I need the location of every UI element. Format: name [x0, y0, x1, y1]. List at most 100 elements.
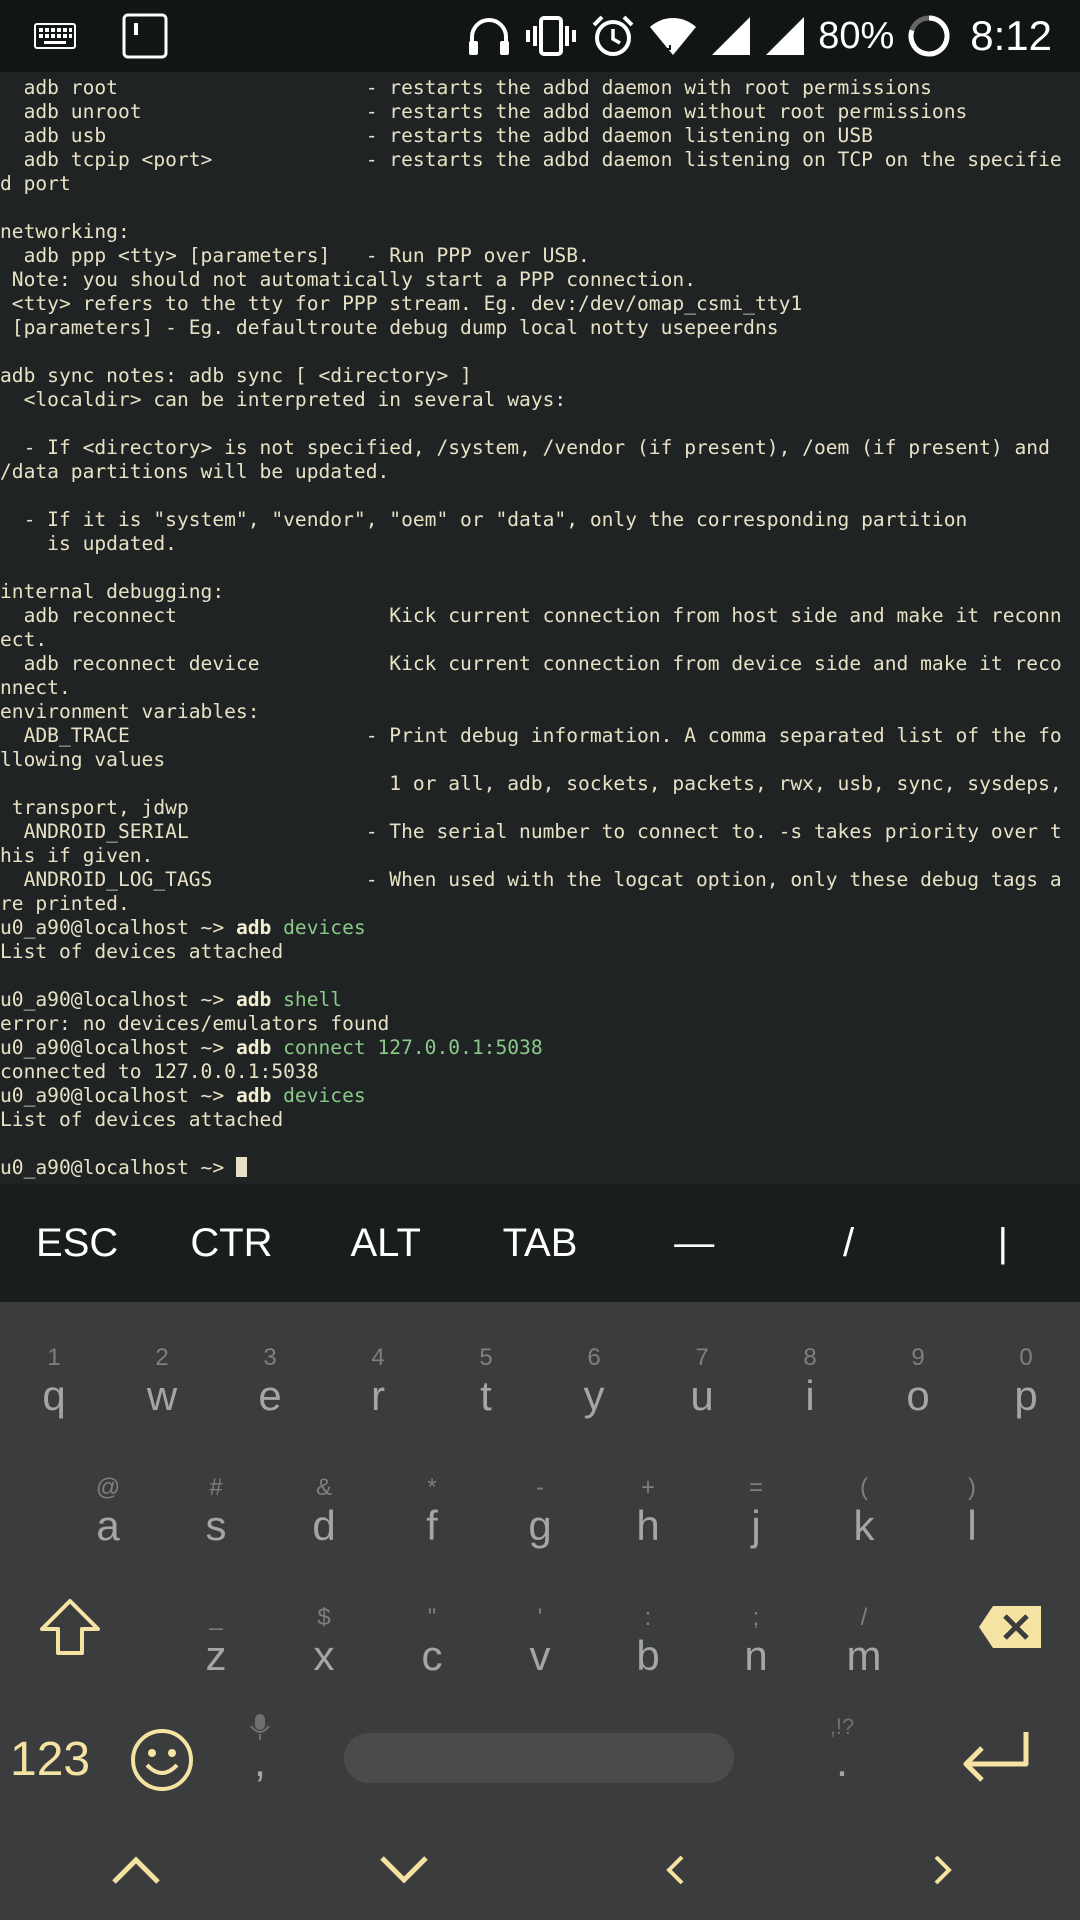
key-label: c: [421, 1632, 443, 1679]
alt-key[interactable]: ALT: [309, 1184, 463, 1302]
emoji-key[interactable]: [124, 1722, 200, 1798]
terminal-line: <localdir> can be interpreted in several…: [0, 388, 567, 411]
shell-prompt: u0_a90@localhost ~>: [0, 1156, 236, 1179]
key-o[interactable]: 9o: [864, 1322, 972, 1452]
terminal-line: List of devices attached: [0, 940, 284, 963]
key-a[interactable]: @ a: [54, 1452, 162, 1582]
key-t[interactable]: 5t: [432, 1322, 540, 1452]
key-x[interactable]: $ x: [270, 1582, 378, 1712]
pipe-key[interactable]: |: [926, 1184, 1080, 1302]
symbols-key[interactable]: 123: [10, 1728, 90, 1792]
backspace-key[interactable]: [960, 1582, 1060, 1672]
terminal-line: d port: [0, 172, 71, 195]
chevron-right-icon: [934, 1855, 952, 1885]
key-hint: _: [209, 1604, 223, 1631]
terminal-line: adb ppp <tty> [parameters] - Run PPP ove…: [0, 244, 590, 267]
key-hint: #: [209, 1474, 223, 1501]
key-label: d: [312, 1502, 336, 1549]
key-u[interactable]: 7u: [648, 1322, 756, 1452]
key-p[interactable]: 0p: [972, 1322, 1080, 1452]
key-b[interactable]: :b: [594, 1582, 702, 1712]
terminal-line: adb usb - restarts the adbd daemon liste…: [0, 124, 873, 147]
chevron-down-icon: [380, 1856, 428, 1884]
key-hint: 4: [371, 1344, 385, 1371]
key-l[interactable]: ) l: [918, 1452, 1026, 1582]
key-hint: ;: [752, 1604, 760, 1631]
key-hint: :: [644, 1604, 652, 1631]
shell-prompt: u0_a90@localhost ~>: [0, 988, 236, 1011]
terminal-app-icon: [122, 13, 168, 59]
comma-key[interactable]: ,: [232, 1712, 288, 1812]
terminal-line: environment variables:: [0, 700, 260, 723]
command-args: shell: [271, 988, 343, 1011]
terminal-line: [parameters] - Eg. defaultroute debug du…: [0, 316, 779, 339]
key-hint: 0: [1019, 1344, 1033, 1371]
text-cursor: [235, 1157, 247, 1177]
command-args: connect 127.0.0.1:5038: [271, 1036, 543, 1059]
battery-percent: 80%: [818, 14, 895, 57]
key-k[interactable]: (k: [810, 1452, 918, 1582]
key-label: i: [805, 1372, 815, 1419]
key-d[interactable]: & d: [270, 1452, 378, 1582]
key-s[interactable]: # s: [162, 1452, 270, 1582]
tab-key[interactable]: TAB: [463, 1184, 617, 1302]
key-q[interactable]: 1q: [0, 1322, 108, 1452]
key-i[interactable]: 8i: [756, 1322, 864, 1452]
key-hint: $: [317, 1604, 331, 1631]
enter-key[interactable]: [944, 1720, 1044, 1800]
key-f[interactable]: * f: [378, 1452, 486, 1582]
slash-key[interactable]: /: [771, 1184, 925, 1302]
shell-prompt: u0_a90@localhost ~>: [0, 1084, 236, 1107]
arrow-up-key[interactable]: [96, 1842, 176, 1898]
esc-key[interactable]: ESC: [0, 1184, 154, 1302]
arrow-right-key[interactable]: [908, 1842, 978, 1898]
key-label: q: [42, 1372, 66, 1419]
clock: 8:12: [970, 12, 1052, 59]
key-label: l: [967, 1502, 977, 1549]
period-key[interactable]: ,!? .: [812, 1712, 872, 1812]
key-hint: /: [860, 1604, 868, 1631]
key-hint: 3: [263, 1344, 277, 1371]
terminal-line: llowing values: [0, 748, 166, 771]
terminal-line: networking:: [0, 220, 130, 243]
terminal-output[interactable]: adb root - restarts the adbd daemon with…: [0, 72, 1080, 1184]
key-h[interactable]: + h: [594, 1452, 702, 1582]
dash-key[interactable]: —: [617, 1184, 771, 1302]
spacebar[interactable]: [344, 1733, 734, 1783]
key-hint: 2: [155, 1344, 169, 1371]
key-w[interactable]: 2w: [108, 1322, 216, 1452]
terminal-line: adb root - restarts the adbd daemon with…: [0, 76, 932, 99]
key-c[interactable]: " c: [378, 1582, 486, 1712]
arrow-left-key[interactable]: [640, 1842, 710, 1898]
terminal-line: nnect.: [0, 676, 71, 699]
key-label: r: [371, 1372, 385, 1419]
key-z[interactable]: _ z: [162, 1582, 270, 1712]
terminal-line: u0_a90@localhost ~>: [0, 1156, 1080, 1180]
key-j[interactable]: = j: [702, 1452, 810, 1582]
arrow-down-key[interactable]: [364, 1842, 444, 1898]
command-args: devices: [271, 1084, 366, 1107]
ctrl-key[interactable]: CTR: [154, 1184, 308, 1302]
key-n[interactable]: ; n: [702, 1582, 810, 1712]
terminal-line: ANDROID_LOG_TAGS - When used with the lo…: [0, 868, 1062, 891]
shift-key[interactable]: [20, 1582, 120, 1672]
enter-arrow-icon: [963, 1732, 1029, 1782]
key-label: v: [529, 1632, 551, 1679]
command-name: adb: [235, 916, 272, 939]
key-hint: -: [536, 1474, 544, 1501]
key-hint: ': [537, 1604, 543, 1631]
terminal-line: adb reconnect Kick current connection fr…: [0, 604, 1062, 627]
key-label: k: [853, 1502, 875, 1549]
key-v[interactable]: ' v: [486, 1582, 594, 1712]
terminal-line: <tty> refers to the tty for PPP stream. …: [0, 292, 803, 315]
key-label: u: [690, 1372, 714, 1419]
comma-label: ,: [253, 1737, 267, 1786]
key-r[interactable]: 4r: [324, 1322, 432, 1452]
key-y[interactable]: 6y: [540, 1322, 648, 1452]
key-m[interactable]: / m: [810, 1582, 918, 1712]
terminal-line: ect.: [0, 628, 48, 651]
key-g[interactable]: -g: [486, 1452, 594, 1582]
key-e[interactable]: 3e: [216, 1322, 324, 1452]
